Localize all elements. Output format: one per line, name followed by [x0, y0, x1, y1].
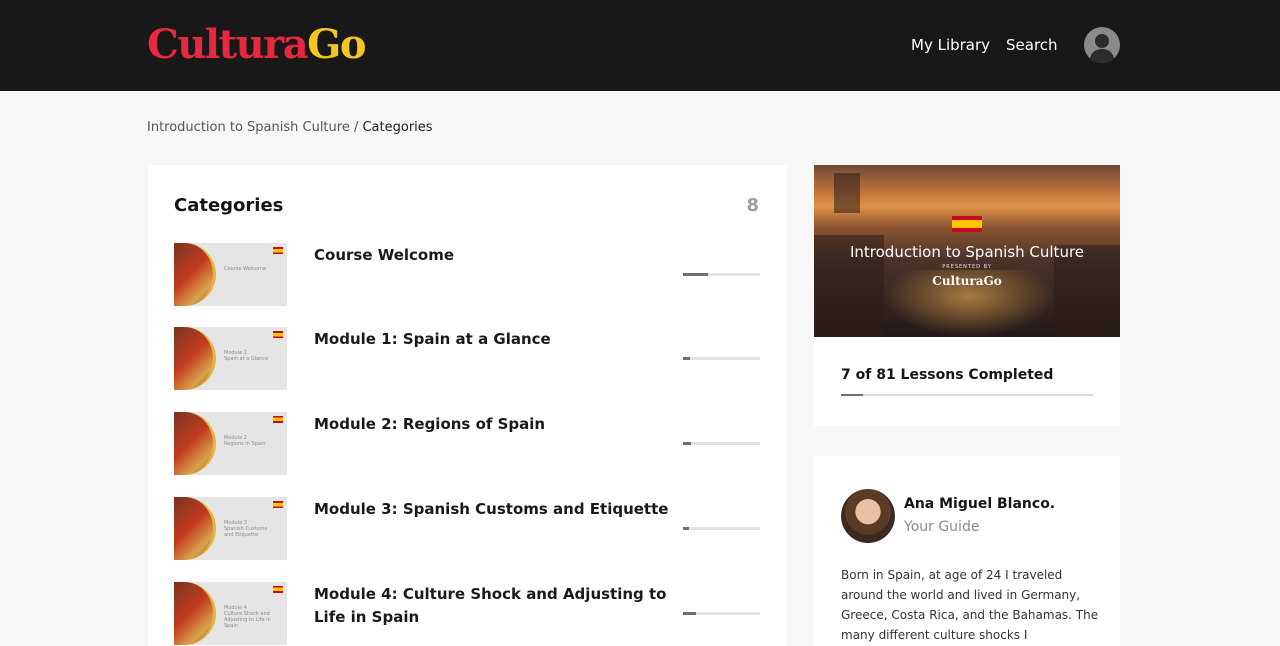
staircase-image	[174, 412, 216, 475]
thumbnail-caption: Module 2 Regions in Spain	[224, 435, 266, 447]
staircase-image	[174, 327, 216, 390]
lessons-completed-text: 7 of 81 Lessons Completed	[841, 367, 1054, 383]
category-row-module-3[interactable]: Module 3 Spanish Customs and Etiquette M…	[174, 497, 764, 561]
progress-fill	[841, 394, 863, 396]
category-row-module-2[interactable]: Module 2 Regions in Spain Module 2: Regi…	[174, 412, 764, 476]
category-thumbnail[interactable]: Module 1 Spain at a Glance	[174, 327, 287, 390]
user-avatar-button[interactable]	[1084, 27, 1120, 63]
category-title[interactable]: Course Welcome	[314, 244, 684, 267]
thumbnail-caption: Course Welcome	[224, 266, 266, 272]
categories-count: 8	[746, 195, 759, 216]
guide-role: Your Guide	[904, 519, 980, 535]
guide-avatar	[841, 489, 895, 543]
breadcrumb-separator: /	[349, 120, 363, 135]
hero-brand: CulturaGo	[932, 274, 1002, 288]
logo-text-primary: Cultura	[147, 21, 309, 68]
guide-bio: Born in Spain, at age of 24 I traveled a…	[841, 568, 1099, 642]
user-silhouette-icon	[1089, 34, 1115, 63]
category-title[interactable]: Module 3: Spanish Customs and Etiquette	[314, 498, 684, 521]
category-row-module-1[interactable]: Module 1 Spain at a Glance Module 1: Spa…	[174, 327, 764, 391]
categories-panel: Categories 8 Course Welcome Course Welco…	[148, 165, 787, 646]
guide-name: Ana Miguel Blanco.	[904, 496, 1056, 512]
spain-flag-icon	[273, 416, 283, 423]
category-row-course-welcome[interactable]: Course Welcome Course Welcome	[174, 243, 764, 307]
staircase-image	[174, 243, 216, 306]
breadcrumb-current: Categories	[362, 120, 433, 135]
building-silhouette	[834, 173, 860, 213]
category-thumbnail[interactable]: Module 2 Regions in Spain	[174, 412, 287, 475]
course-card: Introduction to Spanish Culture PRESENTE…	[814, 165, 1120, 426]
category-row-module-4[interactable]: Module 4 Culture Shock and Adjusting to …	[174, 582, 764, 646]
progress-fill	[683, 612, 697, 615]
progress-fill	[683, 442, 691, 445]
guide-card: Ana Miguel Blanco. Your Guide Born in Sp…	[814, 456, 1120, 646]
category-title[interactable]: Module 1: Spain at a Glance	[314, 328, 684, 351]
categories-title: Categories	[174, 195, 284, 216]
spain-flag-icon	[273, 247, 283, 254]
category-thumbnail[interactable]: Module 3 Spanish Customs and Etiquette	[174, 497, 287, 560]
course-hero-image[interactable]: Introduction to Spanish Culture PRESENTE…	[814, 165, 1120, 337]
progress-fill	[683, 357, 690, 360]
category-progress-bar	[683, 527, 760, 530]
category-progress-bar	[683, 442, 760, 445]
breadcrumb: Introduction to Spanish Culture / Catego…	[147, 119, 433, 136]
spain-flag-icon	[952, 216, 982, 232]
category-title[interactable]: Module 4: Culture Shock and Adjusting to…	[314, 583, 684, 629]
nav-my-library-link[interactable]: My Library	[911, 36, 990, 54]
culturago-logo[interactable]: CulturaGo	[147, 18, 367, 72]
progress-fill	[683, 527, 690, 530]
thumbnail-caption: Module 3 Spanish Customs and Etiquette	[224, 520, 268, 538]
staircase-image	[174, 497, 216, 560]
staircase-image	[174, 582, 216, 645]
thumbnail-caption: Module 4 Culture Shock and Adjusting to …	[224, 605, 271, 629]
category-progress-bar	[683, 357, 760, 360]
thumbnail-caption: Module 1 Spain at a Glance	[224, 350, 269, 362]
category-thumbnail[interactable]: Module 4 Culture Shock and Adjusting to …	[174, 582, 287, 645]
category-thumbnail[interactable]: Course Welcome	[174, 243, 287, 306]
category-progress-bar	[683, 273, 760, 276]
category-progress-bar	[683, 612, 760, 615]
hero-subtitle: PRESENTED BY	[942, 264, 992, 270]
hero-title: Introduction to Spanish Culture	[849, 243, 1085, 261]
category-title[interactable]: Module 2: Regions of Spain	[314, 413, 684, 436]
logo-text-secondary: Go	[307, 21, 366, 68]
breadcrumb-parent-link[interactable]: Introduction to Spanish Culture	[147, 120, 350, 135]
spain-flag-icon	[273, 501, 283, 508]
progress-fill	[683, 273, 709, 276]
spain-flag-icon	[273, 586, 283, 593]
nav-search-link[interactable]: Search	[1006, 36, 1058, 54]
top-navbar: CulturaGo My Library Search	[0, 0, 1280, 91]
course-progress-bar	[841, 394, 1093, 396]
spain-flag-icon	[273, 331, 283, 338]
